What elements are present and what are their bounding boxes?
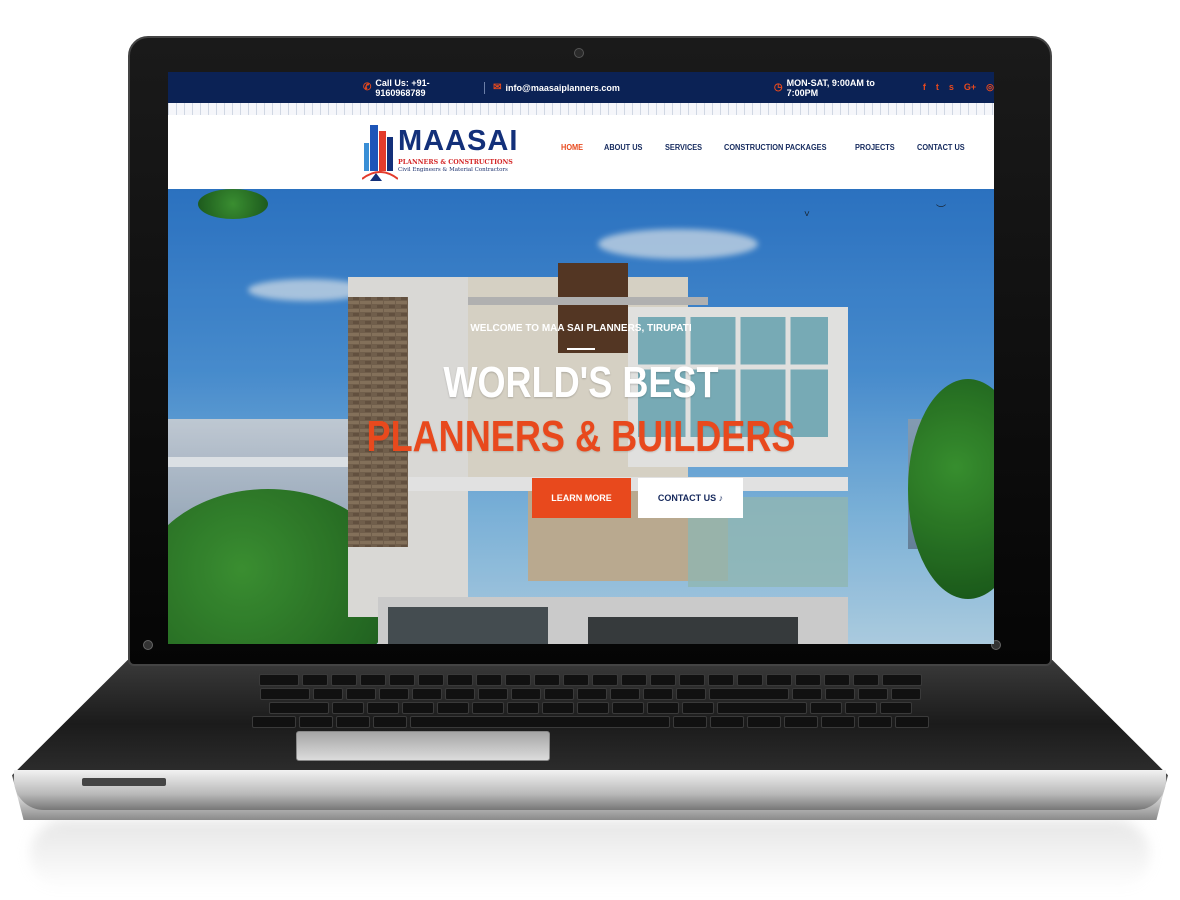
- phone-icon: ✆: [363, 82, 372, 93]
- learn-more-button[interactable]: LEARN MORE: [532, 478, 631, 518]
- laptop-keyboard: [120, 674, 1060, 736]
- instagram-icon[interactable]: ◎: [986, 82, 994, 93]
- nav-projects[interactable]: PROJECTS: [855, 143, 895, 152]
- main-header: MAASAI PLANNERS & CONSTRUCTIONS Civil En…: [168, 103, 994, 189]
- skype-icon[interactable]: s: [949, 82, 954, 93]
- main-navigation: HOME ABOUT US SERVICES CONSTRUCTION PACK…: [561, 143, 969, 152]
- hero-slider: ︶ ˅ WELCOME TO MAA SAI PLANNERS, TIRUPAT…: [168, 189, 994, 644]
- clock-icon: ◷: [773, 82, 783, 93]
- hours-text: MON-SAT, 9:00AM to 7:00PM: [786, 77, 875, 98]
- email-info[interactable]: ✉ info@maasaiplanners.com: [493, 82, 620, 93]
- nav-about-us[interactable]: ABOUT US: [604, 143, 642, 152]
- hero-welcome-text: WELCOME TO MAA SAI PLANNERS, TIRUPATI: [470, 323, 692, 334]
- phone-text: Call Us: +91-9160968789: [375, 77, 430, 98]
- laptop-base-edge: [14, 770, 1166, 810]
- site-logo[interactable]: MAASAI PLANNERS & CONSTRUCTIONS Civil En…: [362, 121, 517, 185]
- laptop-reflection: [30, 820, 1150, 890]
- logo-tagline: PLANNERS & CONSTRUCTIONS: [398, 159, 513, 166]
- hinge-left: [143, 640, 153, 650]
- phone-info[interactable]: ✆ Call Us: +91-9160968789: [363, 78, 476, 98]
- top-info-bar: ✆ Call Us: +91-9160968789 ✉ info@maasaip…: [168, 72, 994, 103]
- nav-services[interactable]: SERVICES: [665, 143, 702, 152]
- email-text: info@maasaiplanners.com: [505, 82, 620, 93]
- laptop-trackpad: [296, 731, 550, 761]
- nav-home[interactable]: HOME: [561, 143, 583, 152]
- divider: [484, 81, 486, 94]
- contact-us-button[interactable]: CONTACT US ♪: [638, 478, 743, 518]
- hours-info: ◷ MON-SAT, 9:00AM to 7:00PM: [774, 78, 905, 98]
- building-logo-icon: [362, 125, 398, 181]
- google-plus-icon[interactable]: G+: [964, 82, 976, 93]
- hero-headline-1: WORLD'S BEST: [443, 358, 719, 407]
- social-links: f t s G+ ◎: [923, 82, 994, 93]
- hero-divider: [567, 348, 595, 350]
- laptop-card-slot: [82, 778, 166, 786]
- nav-contact-us[interactable]: CONTACT US: [917, 143, 965, 152]
- facebook-icon[interactable]: f: [923, 82, 926, 93]
- nav-construction-packages[interactable]: CONSTRUCTION PACKAGES: [724, 143, 827, 152]
- envelope-icon: ✉: [493, 82, 502, 93]
- laptop-screen: ✆ Call Us: +91-9160968789 ✉ info@maasaip…: [168, 72, 994, 644]
- webcam-icon: [574, 48, 584, 58]
- logo-wordmark: MAASAI: [398, 125, 519, 157]
- header-ruler-decoration: [168, 103, 994, 115]
- twitter-icon[interactable]: t: [936, 82, 939, 93]
- hero-headline-2: PLANNERS & BUILDERS: [366, 412, 796, 461]
- logo-subtagline: Civil Engineers & Material Contractors: [398, 167, 508, 173]
- header-background: [168, 115, 994, 189]
